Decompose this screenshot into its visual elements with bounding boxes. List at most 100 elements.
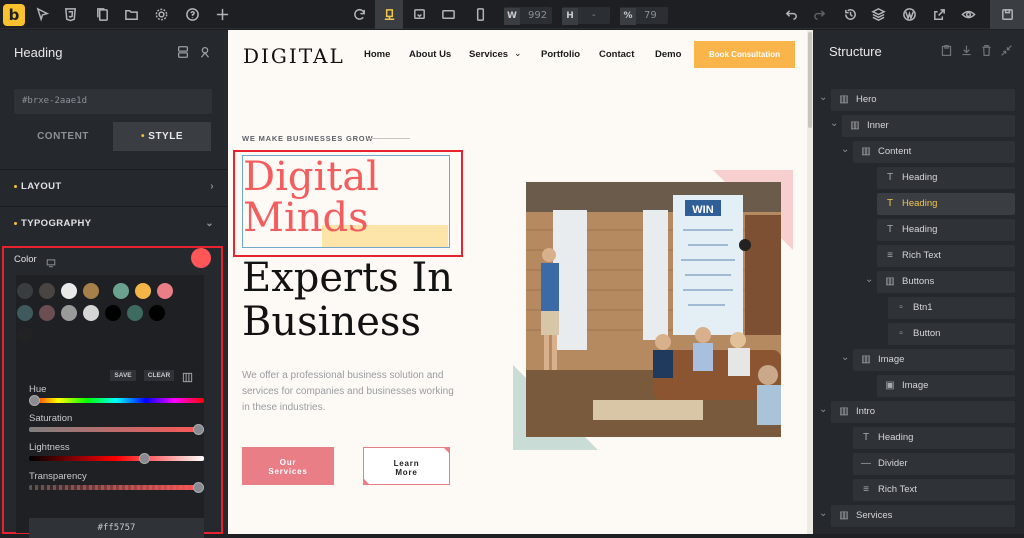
structure-item-heading[interactable]: T Heading: [877, 219, 1015, 241]
structure-item-button[interactable]: ▫ Button: [888, 323, 1015, 345]
redo-icon[interactable]: [808, 4, 830, 26]
nav-home[interactable]: Home: [364, 49, 390, 60]
nav-about[interactable]: About Us: [409, 49, 451, 60]
gear-icon[interactable]: [150, 4, 172, 26]
refresh-icon[interactable]: [348, 4, 370, 26]
color-swatch[interactable]: [17, 283, 33, 299]
height-field[interactable]: H-: [562, 7, 610, 25]
nav-contact[interactable]: Contact: [599, 49, 634, 60]
layers-icon[interactable]: [867, 4, 889, 26]
hex-input[interactable]: #ff5757: [29, 518, 204, 538]
tab-style[interactable]: • STYLE: [113, 122, 211, 151]
save-color-button[interactable]: SAVE: [110, 370, 136, 381]
chevron-down-icon[interactable]: ⌄: [819, 92, 827, 103]
color-swatch[interactable]: [17, 327, 33, 343]
chevron-down-icon[interactable]: ⌄: [865, 274, 873, 285]
desktop-breakpoint-icon[interactable]: [375, 0, 403, 29]
chevron-down-icon[interactable]: ⌄: [830, 118, 838, 129]
folder-icon[interactable]: [120, 4, 142, 26]
transparency-knob[interactable]: [193, 482, 204, 493]
tablet-landscape-icon[interactable]: [437, 4, 459, 26]
collapse-icon[interactable]: [1000, 44, 1013, 62]
bricks-logo[interactable]: b: [3, 4, 25, 26]
structure-item-intro[interactable]: ▥ Intro: [831, 401, 1015, 423]
color-swatch[interactable]: [149, 305, 165, 321]
mobile-breakpoint-icon[interactable]: [469, 4, 491, 26]
hue-knob[interactable]: [29, 395, 40, 406]
structure-item-heading[interactable]: T Heading: [853, 427, 1015, 449]
structure-item-heading[interactable]: T Heading: [877, 167, 1015, 189]
chevron-down-icon[interactable]: ⌄: [841, 352, 849, 363]
site-logo[interactable]: DIGITAL: [243, 44, 345, 68]
transparency-slider[interactable]: [29, 482, 204, 493]
chevron-down-icon[interactable]: ⌄: [819, 404, 827, 415]
hue-slider[interactable]: [29, 395, 204, 406]
color-swatch[interactable]: [83, 305, 99, 321]
width-field[interactable]: W 992: [504, 7, 552, 25]
color-swatch[interactable]: [157, 283, 173, 299]
structure-item-services[interactable]: ▥ Services: [831, 505, 1015, 527]
clipboard-icon[interactable]: [940, 44, 953, 62]
our-services-button[interactable]: Our Services: [242, 447, 334, 485]
color-swatch[interactable]: [39, 283, 55, 299]
structure-item-rich-text[interactable]: ≡ Rich Text: [853, 479, 1015, 501]
trash-icon[interactable]: [980, 44, 993, 62]
pages-icon[interactable]: [91, 4, 113, 26]
add-icon[interactable]: [211, 4, 233, 26]
palette-icon[interactable]: [182, 370, 193, 388]
saturation-knob[interactable]: [193, 424, 204, 435]
structure-item-inner[interactable]: ▥ Inner: [842, 115, 1015, 137]
book-consultation-button[interactable]: Book Consultation: [694, 41, 795, 68]
history-icon[interactable]: [839, 4, 861, 26]
structure-item-buttons[interactable]: ▥ Buttons: [877, 271, 1015, 293]
laptop-breakpoint-icon[interactable]: [408, 4, 430, 26]
color-swatch[interactable]: [105, 305, 121, 321]
lightness-slider[interactable]: [29, 453, 204, 464]
zoom-field[interactable]: % 79: [620, 7, 668, 25]
hero-paragraph[interactable]: We offer a professional business solutio…: [242, 368, 457, 416]
scrollbar-thumb[interactable]: [808, 32, 812, 128]
pointer-icon[interactable]: [31, 4, 53, 26]
structure-item-btn1[interactable]: ▫ Btn1: [888, 297, 1015, 319]
section-typography[interactable]: TYPOGRAPHY ⌄: [0, 206, 228, 240]
chevron-down-icon[interactable]: ⌄: [841, 144, 849, 155]
download-icon[interactable]: [960, 44, 973, 62]
nav-portfolio[interactable]: Portfolio: [541, 49, 580, 60]
structure-item-heading[interactable]: T Heading: [877, 193, 1015, 215]
color-swatch[interactable]: [113, 283, 129, 299]
structure-item-rich-text[interactable]: ≡ Rich Text: [877, 245, 1015, 267]
preview-eye-icon[interactable]: [957, 4, 979, 26]
class-toggle-icon[interactable]: [176, 45, 190, 64]
nav-services[interactable]: Services: [469, 49, 508, 60]
undo-icon[interactable]: [780, 4, 802, 26]
color-swatch[interactable]: [83, 283, 99, 299]
html5-icon[interactable]: [59, 4, 81, 26]
color-swatch[interactable]: [39, 305, 55, 321]
color-swatch[interactable]: [17, 305, 33, 321]
learn-more-button[interactable]: Learn More: [363, 447, 450, 485]
section-layout[interactable]: LAYOUT ›: [0, 169, 228, 203]
wordpress-icon[interactable]: [898, 4, 920, 26]
pin-icon[interactable]: [198, 45, 212, 64]
color-swatch[interactable]: [135, 283, 151, 299]
nav-demo[interactable]: Demo: [655, 49, 681, 60]
color-swatch[interactable]: [127, 305, 143, 321]
clear-color-button[interactable]: CLEAR: [144, 370, 174, 381]
external-link-icon[interactable]: [928, 4, 950, 26]
color-swatch[interactable]: [61, 283, 77, 299]
structure-item-content[interactable]: ▥ Content: [853, 141, 1015, 163]
chevron-down-icon[interactable]: ⌄: [819, 508, 827, 519]
saturation-slider[interactable]: [29, 424, 204, 435]
color-swatch[interactable]: [61, 305, 77, 321]
structure-item-divider[interactable]: — Divider: [853, 453, 1015, 475]
save-icon[interactable]: [990, 0, 1024, 29]
heading-experts[interactable]: Experts In Business: [242, 256, 453, 344]
structure-item-hero[interactable]: ▥ Hero: [831, 89, 1015, 111]
hero-image[interactable]: WIN: [513, 170, 798, 450]
responsive-icon[interactable]: [46, 255, 56, 273]
tab-content[interactable]: CONTENT: [14, 122, 112, 151]
help-icon[interactable]: [181, 4, 203, 26]
structure-item-image[interactable]: ▥ Image: [853, 349, 1015, 371]
element-id-field[interactable]: #brxe-2aae1d: [14, 89, 212, 114]
structure-item-image[interactable]: ▣ Image: [877, 375, 1015, 397]
